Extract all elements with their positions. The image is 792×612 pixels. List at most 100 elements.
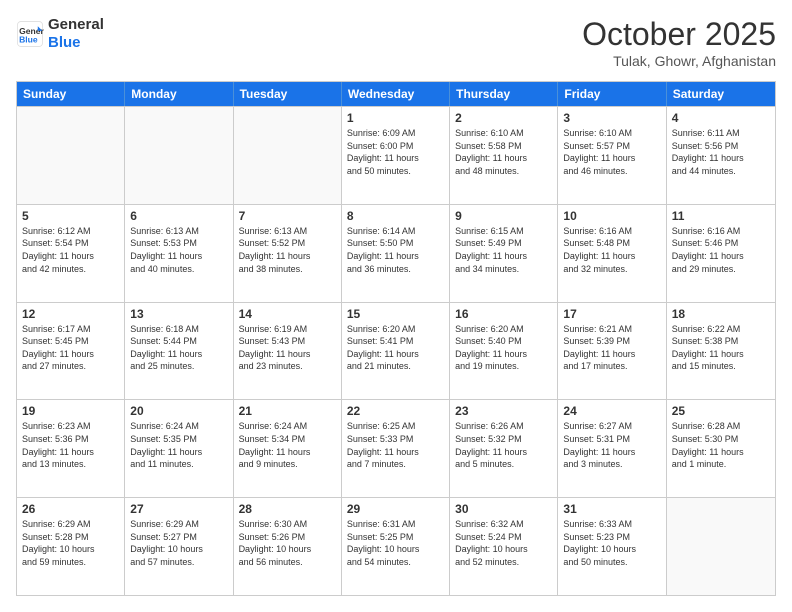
- day-number: 8: [347, 209, 444, 223]
- logo-icon: General Blue: [16, 20, 44, 48]
- day-cell-16: 16 Sunrise: 6:20 AM Sunset: 5:40 PM Dayli…: [450, 303, 558, 400]
- day-number: 19: [22, 404, 119, 418]
- svg-text:Blue: Blue: [19, 35, 38, 45]
- header: General Blue General Blue October 2025 T…: [16, 16, 776, 69]
- day-info: Sunrise: 6:20 AM Sunset: 5:40 PM Dayligh…: [455, 323, 552, 373]
- week-row-1: 1 Sunrise: 6:09 AM Sunset: 6:00 PM Daylig…: [17, 106, 775, 204]
- day-cell-24: 24 Sunrise: 6:27 AM Sunset: 5:31 PM Dayli…: [558, 400, 666, 497]
- day-cell-14: 14Sunrise: 6:19 AM Sunset: 5:43 PM Dayli…: [234, 303, 342, 400]
- day-number: 26: [22, 502, 119, 516]
- day-info: Sunrise: 6:14 AM Sunset: 5:50 PM Dayligh…: [347, 225, 444, 275]
- day-cell-10: 10Sunrise: 6:16 AM Sunset: 5:48 PM Dayli…: [558, 205, 666, 302]
- day-info: Sunrise: 6:15 AM Sunset: 5:49 PM Dayligh…: [455, 225, 552, 275]
- day-info: Sunrise: 6:16 AM Sunset: 5:46 PM Dayligh…: [672, 225, 770, 275]
- day-number: 29: [347, 502, 444, 516]
- day-cell-4: 4 Sunrise: 6:11 AM Sunset: 5:56 PM Daylig…: [667, 107, 775, 204]
- logo: General Blue General Blue: [16, 16, 104, 52]
- day-info: Sunrise: 6:22 AM Sunset: 5:38 PM Dayligh…: [672, 323, 770, 373]
- day-number: 5: [22, 209, 119, 223]
- day-number: 17: [563, 307, 660, 321]
- day-info: Sunrise: 6:13 AM Sunset: 5:52 PM Dayligh…: [239, 225, 336, 275]
- logo-text-general: General: [48, 16, 104, 34]
- day-info: Sunrise: 6:13 AM Sunset: 5:53 PM Dayligh…: [130, 225, 227, 275]
- day-info: Sunrise: 6:24 AM Sunset: 5:34 PM Dayligh…: [239, 420, 336, 470]
- day-info: Sunrise: 6:20 AM Sunset: 5:41 PM Dayligh…: [347, 323, 444, 373]
- day-cell-empty-0-0: [17, 107, 125, 204]
- day-cell-20: 20 Sunrise: 6:24 AM Sunset: 5:35 PM Dayli…: [125, 400, 233, 497]
- day-number: 4: [672, 111, 770, 125]
- day-info: Sunrise: 6:33 AM Sunset: 5:23 PM Dayligh…: [563, 518, 660, 568]
- day-cell-11: 11 Sunrise: 6:16 AM Sunset: 5:46 PM Dayli…: [667, 205, 775, 302]
- header-day-saturday: Saturday: [667, 82, 775, 106]
- header-day-wednesday: Wednesday: [342, 82, 450, 106]
- day-number: 13: [130, 307, 227, 321]
- day-info: Sunrise: 6:24 AM Sunset: 5:35 PM Dayligh…: [130, 420, 227, 470]
- day-cell-19: 19 Sunrise: 6:23 AM Sunset: 5:36 PM Dayli…: [17, 400, 125, 497]
- header-day-monday: Monday: [125, 82, 233, 106]
- day-number: 30: [455, 502, 552, 516]
- title-block: October 2025 Tulak, Ghowr, Afghanistan: [582, 16, 776, 69]
- day-info: Sunrise: 6:19 AM Sunset: 5:43 PM Dayligh…: [239, 323, 336, 373]
- day-info: Sunrise: 6:23 AM Sunset: 5:36 PM Dayligh…: [22, 420, 119, 470]
- day-cell-18: 18Sunrise: 6:22 AM Sunset: 5:38 PM Dayli…: [667, 303, 775, 400]
- day-cell-1: 1 Sunrise: 6:09 AM Sunset: 6:00 PM Daylig…: [342, 107, 450, 204]
- day-cell-6: 6Sunrise: 6:13 AM Sunset: 5:53 PM Daylig…: [125, 205, 233, 302]
- day-info: Sunrise: 6:30 AM Sunset: 5:26 PM Dayligh…: [239, 518, 336, 568]
- day-info: Sunrise: 6:18 AM Sunset: 5:44 PM Dayligh…: [130, 323, 227, 373]
- day-number: 21: [239, 404, 336, 418]
- header-day-friday: Friday: [558, 82, 666, 106]
- day-cell-25: 25 Sunrise: 6:28 AM Sunset: 5:30 PM Dayli…: [667, 400, 775, 497]
- day-number: 24: [563, 404, 660, 418]
- day-number: 11: [672, 209, 770, 223]
- week-row-5: 26 Sunrise: 6:29 AM Sunset: 5:28 PM Dayli…: [17, 497, 775, 595]
- day-info: Sunrise: 6:12 AM Sunset: 5:54 PM Dayligh…: [22, 225, 119, 275]
- day-info: Sunrise: 6:21 AM Sunset: 5:39 PM Dayligh…: [563, 323, 660, 373]
- day-number: 28: [239, 502, 336, 516]
- month-title: October 2025: [582, 16, 776, 53]
- day-cell-31: 31 Sunrise: 6:33 AM Sunset: 5:23 PM Dayli…: [558, 498, 666, 595]
- day-cell-21: 21 Sunrise: 6:24 AM Sunset: 5:34 PM Dayli…: [234, 400, 342, 497]
- day-cell-17: 17 Sunrise: 6:21 AM Sunset: 5:39 PM Dayli…: [558, 303, 666, 400]
- day-cell-3: 3Sunrise: 6:10 AM Sunset: 5:57 PM Daylig…: [558, 107, 666, 204]
- day-info: Sunrise: 6:28 AM Sunset: 5:30 PM Dayligh…: [672, 420, 770, 470]
- day-info: Sunrise: 6:17 AM Sunset: 5:45 PM Dayligh…: [22, 323, 119, 373]
- week-row-2: 5 Sunrise: 6:12 AM Sunset: 5:54 PM Daylig…: [17, 204, 775, 302]
- day-info: Sunrise: 6:32 AM Sunset: 5:24 PM Dayligh…: [455, 518, 552, 568]
- day-cell-30: 30 Sunrise: 6:32 AM Sunset: 5:24 PM Dayli…: [450, 498, 558, 595]
- location: Tulak, Ghowr, Afghanistan: [582, 53, 776, 69]
- header-day-tuesday: Tuesday: [234, 82, 342, 106]
- day-cell-29: 29 Sunrise: 6:31 AM Sunset: 5:25 PM Dayli…: [342, 498, 450, 595]
- day-info: Sunrise: 6:11 AM Sunset: 5:56 PM Dayligh…: [672, 127, 770, 177]
- day-info: Sunrise: 6:31 AM Sunset: 5:25 PM Dayligh…: [347, 518, 444, 568]
- header-day-thursday: Thursday: [450, 82, 558, 106]
- day-number: 27: [130, 502, 227, 516]
- day-cell-empty-0-2: [234, 107, 342, 204]
- day-cell-27: 27Sunrise: 6:29 AM Sunset: 5:27 PM Dayli…: [125, 498, 233, 595]
- day-cell-9: 9Sunrise: 6:15 AM Sunset: 5:49 PM Daylig…: [450, 205, 558, 302]
- day-number: 2: [455, 111, 552, 125]
- day-info: Sunrise: 6:27 AM Sunset: 5:31 PM Dayligh…: [563, 420, 660, 470]
- day-cell-15: 15Sunrise: 6:20 AM Sunset: 5:41 PM Dayli…: [342, 303, 450, 400]
- week-row-4: 19 Sunrise: 6:23 AM Sunset: 5:36 PM Dayli…: [17, 399, 775, 497]
- calendar: SundayMondayTuesdayWednesdayThursdayFrid…: [16, 81, 776, 596]
- day-number: 1: [347, 111, 444, 125]
- day-info: Sunrise: 6:29 AM Sunset: 5:28 PM Dayligh…: [22, 518, 119, 568]
- day-number: 25: [672, 404, 770, 418]
- week-row-3: 12 Sunrise: 6:17 AM Sunset: 5:45 PM Dayli…: [17, 302, 775, 400]
- day-number: 16: [455, 307, 552, 321]
- header-day-sunday: Sunday: [17, 82, 125, 106]
- day-cell-5: 5 Sunrise: 6:12 AM Sunset: 5:54 PM Daylig…: [17, 205, 125, 302]
- day-info: Sunrise: 6:25 AM Sunset: 5:33 PM Dayligh…: [347, 420, 444, 470]
- day-number: 31: [563, 502, 660, 516]
- day-cell-empty-0-1: [125, 107, 233, 204]
- page: General Blue General Blue October 2025 T…: [0, 0, 792, 612]
- day-number: 22: [347, 404, 444, 418]
- day-number: 12: [22, 307, 119, 321]
- calendar-body: 1 Sunrise: 6:09 AM Sunset: 6:00 PM Daylig…: [17, 106, 775, 595]
- day-number: 20: [130, 404, 227, 418]
- day-info: Sunrise: 6:09 AM Sunset: 6:00 PM Dayligh…: [347, 127, 444, 177]
- day-number: 23: [455, 404, 552, 418]
- day-cell-28: 28 Sunrise: 6:30 AM Sunset: 5:26 PM Dayli…: [234, 498, 342, 595]
- day-info: Sunrise: 6:16 AM Sunset: 5:48 PM Dayligh…: [563, 225, 660, 275]
- day-number: 7: [239, 209, 336, 223]
